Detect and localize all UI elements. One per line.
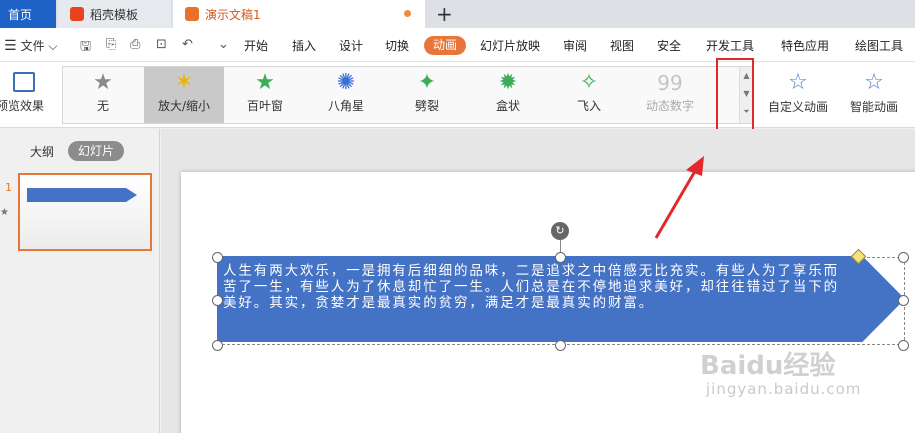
menu-slideshow[interactable]: 幻灯片放映 — [480, 37, 540, 54]
custom-animation-label: 自定义动画 — [768, 100, 829, 114]
effect-label: 动态数字 — [645, 99, 694, 113]
save-icon[interactable]: 🖫 — [80, 37, 91, 59]
resize-handle-w[interactable] — [212, 295, 223, 306]
resize-handle-se[interactable] — [898, 340, 909, 351]
hamburger-icon: ☰ — [4, 38, 17, 54]
menu-insert[interactable]: 插入 — [292, 37, 316, 54]
star-icon: ★ — [93, 70, 113, 95]
effect-box[interactable]: ✹ 盒状 — [468, 67, 548, 123]
effect-label: 劈裂 — [414, 99, 439, 113]
watermark-url: jingyan.baidu.com — [706, 380, 862, 398]
print-icon[interactable]: ⎙ — [130, 37, 140, 52]
menu-view[interactable]: 视图 — [610, 37, 634, 54]
docer-icon — [70, 7, 84, 21]
effect-label: 放大/缩小 — [157, 99, 211, 113]
menu-bar: ☰ 文件 ⌵ 🖫 ⎘ ⎙ ⊡ ↶ ⌄ 开始 插入 设计 切换 动画 幻灯片放映 审… — [0, 28, 915, 62]
zoom-star-icon: ✶ — [174, 70, 194, 95]
resize-handle-s[interactable] — [555, 340, 566, 351]
file-menu[interactable]: ☰ 文件 ⌵ — [4, 37, 58, 54]
fly-star-icon: ✧ — [579, 70, 599, 95]
menu-security[interactable]: 安全 — [657, 37, 681, 54]
effect-dynamic-number[interactable]: 99 动态数字 — [630, 67, 710, 123]
shape-text[interactable]: 人生有两大欢乐，一是拥有后细细的品味，二是追求之中倍感无比充实。有些人为了享乐而… — [223, 263, 843, 311]
custom-animation-button[interactable]: ☆ 自定义动画 — [768, 68, 828, 115]
resize-handle-n[interactable] — [555, 252, 566, 263]
slide-panel: 大纲 幻灯片 1 ★ — [0, 129, 160, 433]
animation-star-icon: ★ — [0, 207, 9, 218]
slides-tab[interactable]: 幻灯片 — [68, 141, 124, 161]
resize-handle-e[interactable] — [898, 295, 909, 306]
octagram-icon: ✺ — [336, 70, 356, 95]
menu-home[interactable]: 开始 — [244, 37, 268, 54]
rotate-handle-icon[interactable]: ↻ — [551, 222, 569, 240]
effect-label: 无 — [96, 99, 109, 113]
menu-review[interactable]: 审阅 — [563, 37, 587, 54]
resize-handle-sw[interactable] — [212, 340, 223, 351]
tab-document[interactable]: 演示文稿1 — [173, 0, 425, 28]
number-99-icon: 99 — [657, 71, 683, 95]
box-star-icon: ✹ — [498, 70, 518, 95]
animation-ribbon: 预览效果 ★ 无 ✶ 放大/缩小 ★ 百叶窗 ✺ 八角星 ✦ 劈裂 ✹ 盒状 ✧… — [0, 62, 915, 128]
thumbnail-shape — [27, 188, 137, 202]
menu-features[interactable]: 特色应用 — [781, 37, 829, 54]
menu-design[interactable]: 设计 — [339, 37, 363, 54]
effect-blinds[interactable]: ★ 百叶窗 — [225, 67, 305, 123]
chevron-down-icon: ⌵ — [44, 39, 58, 53]
menu-developer[interactable]: 开发工具 — [706, 37, 754, 54]
wps-presentation-window: 首页 稻壳模板 演示文稿1 + ☰ 文件 ⌵ 🖫 ⎘ ⎙ ⊡ ↶ ⌄ 开始 插入 … — [0, 0, 915, 433]
effect-label: 盒状 — [495, 99, 520, 113]
effect-split[interactable]: ✦ 劈裂 — [387, 67, 467, 123]
effect-zoom[interactable]: ✶ 放大/缩小 — [144, 67, 224, 123]
effect-none[interactable]: ★ 无 — [63, 67, 143, 123]
tab-home[interactable]: 首页 — [0, 0, 56, 28]
effect-label: 飞入 — [576, 99, 601, 113]
undo-icon[interactable]: ↶ — [182, 37, 193, 52]
tab-document-label: 演示文稿1 — [205, 7, 261, 22]
outline-tab[interactable]: 大纲 — [30, 143, 54, 160]
animation-gallery: ★ 无 ✶ 放大/缩小 ★ 百叶窗 ✺ 八角星 ✦ 劈裂 ✹ 盒状 ✧ 飞入 9… — [62, 66, 754, 124]
tab-template-label: 稻壳模板 — [90, 7, 139, 22]
tab-template[interactable]: 稻壳模板 — [58, 0, 171, 28]
smart-animation-label: 智能动画 — [850, 100, 899, 114]
smart-animation-icon: ☆ — [864, 70, 884, 95]
annotation-arrow-icon — [654, 156, 704, 239]
file-menu-label: 文件 — [20, 39, 45, 53]
slide-thumbnail[interactable] — [18, 173, 152, 251]
resize-handle-nw[interactable] — [212, 252, 223, 263]
effect-octagram[interactable]: ✺ 八角星 — [306, 67, 386, 123]
resize-handle-ne[interactable] — [898, 252, 909, 263]
custom-animation-icon: ☆ — [788, 70, 808, 95]
presentation-icon — [185, 7, 199, 21]
menu-transition[interactable]: 切换 — [385, 37, 409, 54]
preview-effect-label: 预览效果 — [0, 99, 45, 113]
effect-label: 百叶窗 — [246, 99, 283, 113]
watermark-logo: Baidu经验 — [700, 351, 836, 381]
new-tab-button[interactable]: + — [436, 2, 453, 26]
unsaved-dot-icon — [404, 10, 411, 17]
preview-icon[interactable]: ⊡ — [156, 37, 167, 52]
effect-label: 八角星 — [327, 99, 364, 113]
smart-animation-button[interactable]: ☆ 智能动画 — [850, 68, 898, 115]
menu-animation[interactable]: 动画 — [424, 36, 466, 55]
preview-effect-button[interactable]: 预览效果 — [0, 68, 48, 118]
preview-effect-icon — [13, 72, 35, 92]
menu-drawing-tools[interactable]: 绘图工具 — [855, 37, 903, 54]
tab-bar: 首页 稻壳模板 演示文稿1 + — [0, 0, 915, 28]
tab-home-label: 首页 — [8, 7, 33, 22]
slide-number: 1 — [5, 181, 12, 194]
export-icon[interactable]: ⎘ — [106, 37, 116, 52]
split-star-icon: ✦ — [417, 70, 437, 95]
effect-fly-in[interactable]: ✧ 飞入 — [549, 67, 629, 123]
more-icon[interactable]: ⌄ — [218, 37, 229, 52]
blinds-star-icon: ★ — [255, 70, 275, 95]
